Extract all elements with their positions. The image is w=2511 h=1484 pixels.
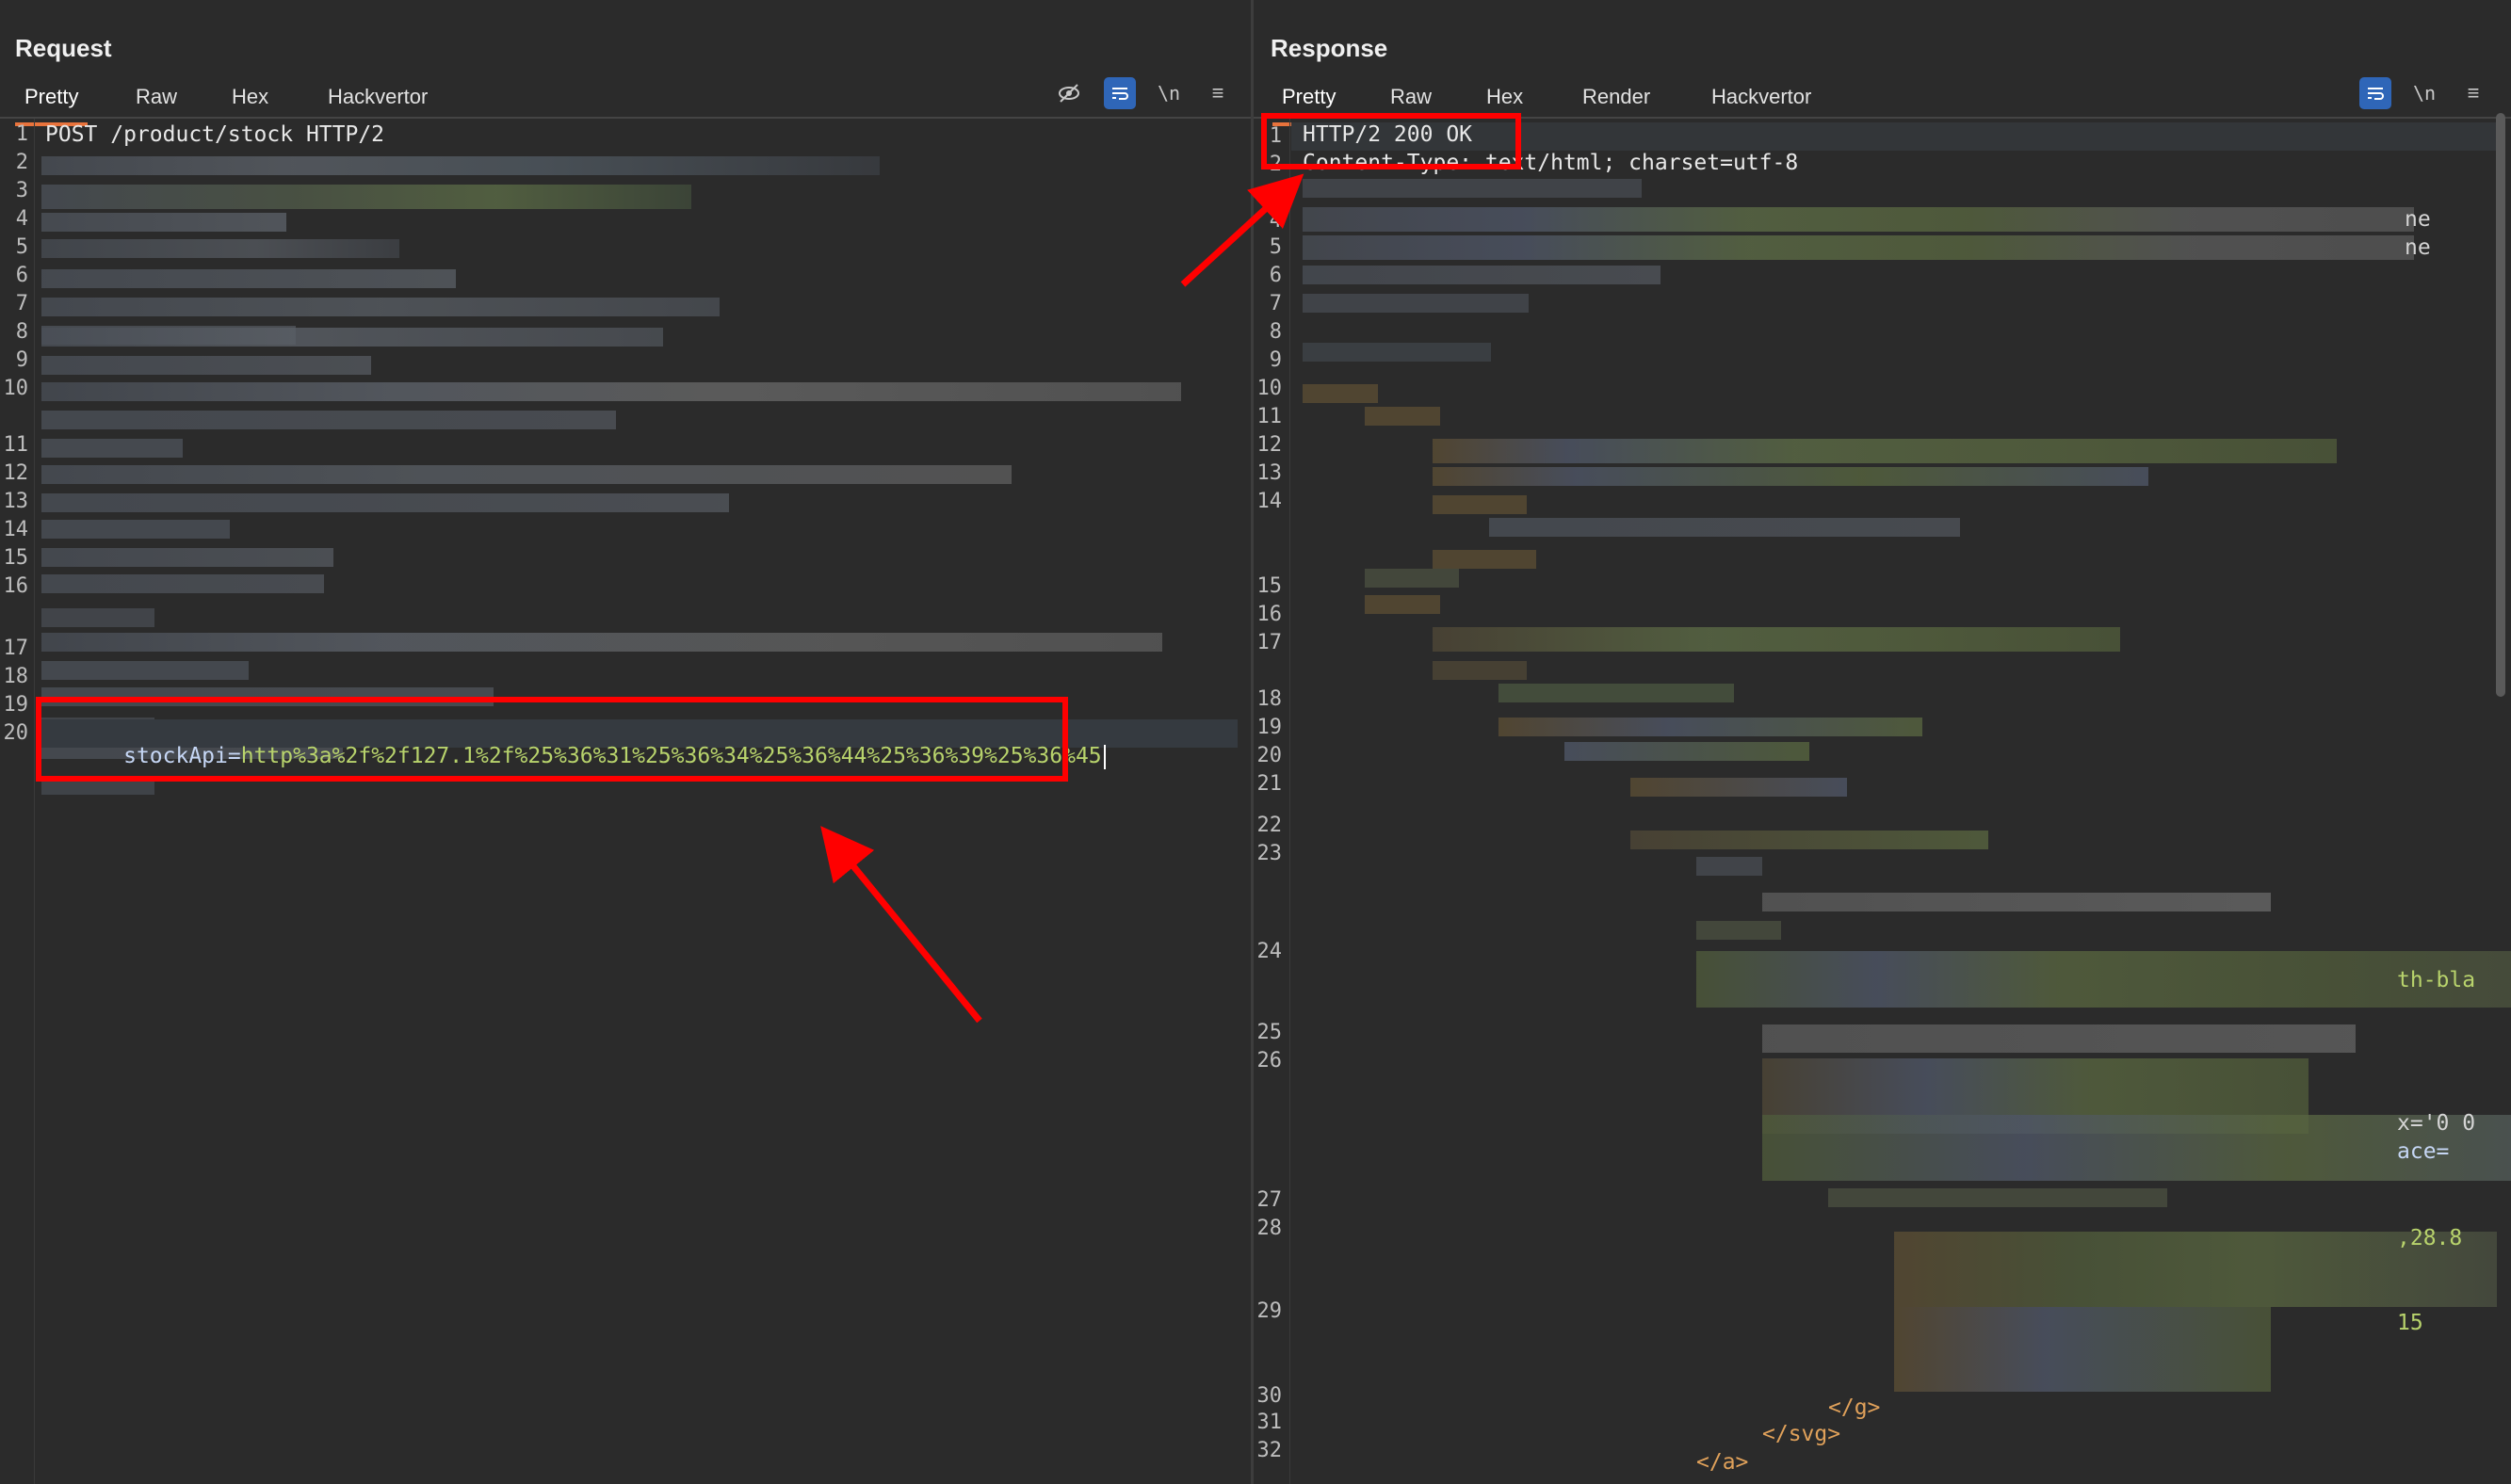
line-number: 24 bbox=[1256, 940, 1283, 963]
tab-raw[interactable]: Raw bbox=[126, 81, 186, 113]
line-number: 8 bbox=[15, 320, 28, 344]
wrap-icon[interactable] bbox=[1104, 77, 1136, 109]
line-number: 3 bbox=[1269, 181, 1282, 204]
line-number: 27 bbox=[1256, 1188, 1283, 1212]
line-number: 13 bbox=[3, 490, 29, 513]
response-fragment-288: ,28.8 bbox=[2397, 1226, 2463, 1250]
line-number: 19 bbox=[1256, 716, 1283, 739]
tab-hex[interactable]: Hex bbox=[1477, 81, 1532, 113]
line-number: 13 bbox=[1256, 461, 1283, 485]
line-number: 10 bbox=[3, 377, 29, 400]
line-number: 15 bbox=[3, 546, 29, 570]
response-fragment-x00: x='0 0 bbox=[2397, 1111, 2476, 1136]
tab-hex[interactable]: Hex bbox=[222, 81, 278, 113]
line-number: 9 bbox=[1269, 348, 1282, 372]
line-number: 16 bbox=[3, 574, 29, 598]
menu-icon[interactable]: ≡ bbox=[2457, 77, 2489, 109]
response-fragment-ne-a: ne bbox=[2405, 207, 2431, 232]
line-number: 17 bbox=[3, 637, 29, 660]
line-number: 19 bbox=[3, 693, 29, 717]
line-number: 2 bbox=[15, 151, 28, 174]
line-number: 18 bbox=[3, 665, 29, 688]
wrap-icon[interactable] bbox=[2359, 77, 2391, 109]
line-number: 4 bbox=[1269, 209, 1282, 233]
line-number: 20 bbox=[3, 721, 29, 745]
request-gutter: 1 2 3 4 5 6 7 8 9 10 11 12 13 14 15 16 17 18 19 20 bbox=[0, 119, 35, 1484]
line-number: 4 bbox=[15, 207, 28, 231]
line-number: 29 bbox=[1256, 1299, 1283, 1323]
request-pane: Request Pretty Raw Hex Hackvertor \n ≡ 1… bbox=[0, 0, 1251, 1484]
response-fragment-15: 15 bbox=[2397, 1311, 2423, 1335]
line-number: 32 bbox=[1256, 1439, 1283, 1462]
line-number: 18 bbox=[1256, 687, 1283, 711]
line-number: 12 bbox=[1256, 433, 1283, 457]
line-number: 11 bbox=[3, 433, 29, 457]
line-number: 30 bbox=[1256, 1384, 1283, 1408]
line-number: 22 bbox=[1256, 814, 1283, 837]
line-number: 7 bbox=[15, 292, 28, 315]
line-number: 11 bbox=[1256, 405, 1283, 428]
response-pane: Response Pretty Raw Hex Render Hackverto… bbox=[1254, 0, 2511, 1484]
newline-icon[interactable]: \n bbox=[1153, 77, 1185, 109]
tab-raw[interactable]: Raw bbox=[1381, 81, 1441, 113]
response-close-a: </a> bbox=[1696, 1450, 1749, 1475]
tab-pretty[interactable]: Pretty bbox=[1272, 81, 1346, 126]
response-editor[interactable]: 1 2 3 4 5 6 7 8 9 10 11 12 13 14 15 16 17 18 19 20 21 22 23 24 2… bbox=[1254, 119, 2511, 1484]
line-number: 7 bbox=[1269, 292, 1282, 315]
response-fragment-ace: ace= bbox=[2397, 1139, 2450, 1164]
line-number: 5 bbox=[15, 235, 28, 259]
response-highlight-box bbox=[1261, 113, 1521, 169]
tab-hackvertor[interactable]: Hackvertor bbox=[318, 81, 437, 113]
tab-render[interactable]: Render bbox=[1573, 81, 1660, 113]
response-close-g: </g> bbox=[1828, 1395, 1881, 1420]
request-editor[interactable]: 1 2 3 4 5 6 7 8 9 10 11 12 13 14 15 16 17 18 19 20 POST /pr… bbox=[0, 119, 1251, 1484]
line-number: 5 bbox=[1269, 235, 1282, 259]
request-line-1: POST /product/stock HTTP/2 bbox=[45, 122, 385, 147]
response-close-svg: </svg> bbox=[1762, 1422, 1841, 1446]
line-number: 6 bbox=[15, 264, 28, 287]
line-number: 12 bbox=[3, 461, 29, 485]
response-fragment-ne-b: ne bbox=[2405, 235, 2431, 260]
tab-hackvertor[interactable]: Hackvertor bbox=[1702, 81, 1821, 113]
line-number: 31 bbox=[1256, 1411, 1283, 1434]
line-number: 1 bbox=[15, 122, 28, 146]
response-gutter: 1 2 3 4 5 6 7 8 9 10 11 12 13 14 15 16 17 18 19 20 21 22 23 24 2… bbox=[1254, 119, 1290, 1484]
line-number: 16 bbox=[1256, 603, 1283, 626]
line-number: 6 bbox=[1269, 264, 1282, 287]
line-number: 3 bbox=[15, 179, 28, 202]
line-number: 9 bbox=[15, 348, 28, 372]
menu-icon[interactable]: ≡ bbox=[1202, 77, 1234, 109]
eye-off-icon[interactable] bbox=[1053, 77, 1085, 109]
line-number: 14 bbox=[3, 518, 29, 541]
line-number: 8 bbox=[1269, 320, 1282, 344]
line-number: 15 bbox=[1256, 574, 1283, 598]
response-fragment-thbla: th-bla bbox=[2397, 968, 2476, 992]
line-number: 26 bbox=[1256, 1049, 1283, 1073]
line-number: 21 bbox=[1256, 772, 1283, 796]
line-number: 25 bbox=[1256, 1021, 1283, 1044]
line-number: 20 bbox=[1256, 744, 1283, 767]
line-number: 23 bbox=[1256, 842, 1283, 865]
response-scrollbar[interactable] bbox=[2496, 113, 2505, 697]
request-highlight-box bbox=[36, 697, 1068, 782]
line-number: 14 bbox=[1256, 490, 1283, 513]
line-number: 28 bbox=[1256, 1217, 1283, 1240]
request-title: Request bbox=[15, 34, 112, 62]
text-caret bbox=[1103, 744, 1106, 769]
tab-pretty[interactable]: Pretty bbox=[15, 81, 89, 126]
newline-icon[interactable]: \n bbox=[2408, 77, 2440, 109]
response-title: Response bbox=[1271, 34, 1388, 62]
line-number: 17 bbox=[1256, 631, 1283, 654]
line-number: 10 bbox=[1256, 377, 1283, 400]
